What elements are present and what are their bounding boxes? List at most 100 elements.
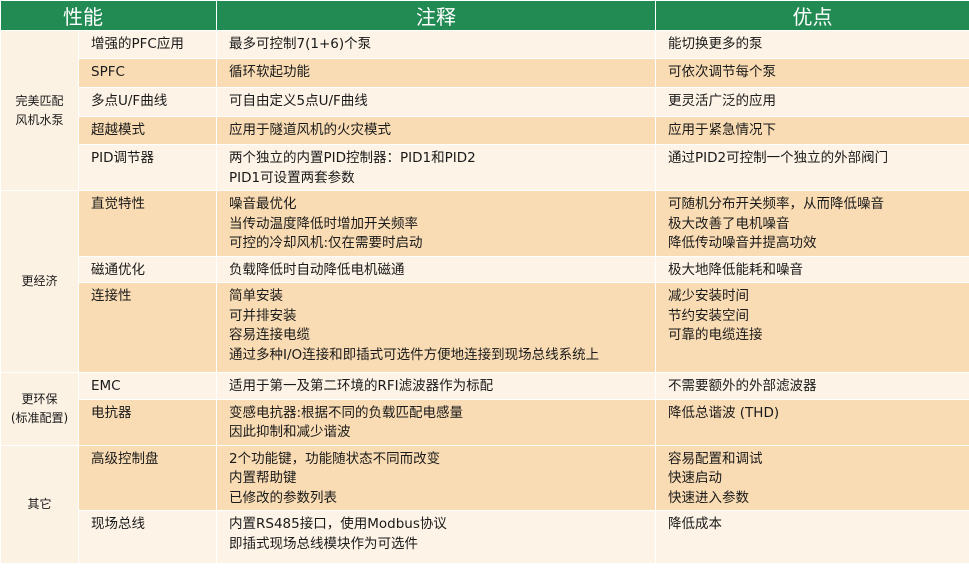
header-benefits: 优点 <box>655 0 969 31</box>
benefits-line: 容易配置和调试 <box>668 450 763 467</box>
benefits-line: 可随机分布开关频率，从而降低噪音 <box>668 196 884 212</box>
notes-cell: 最多可控制7(1+6)个泵 <box>216 30 656 59</box>
notes-line: 简单安装 <box>229 288 283 304</box>
notes-line: 容易连接电缆 <box>229 327 310 343</box>
benefits-line: 降低成本 <box>668 516 722 532</box>
table-row: PID调节器 两个独立的内置PID控制器：PID1和PID2 PID1可设置两套参数… <box>1 144 969 191</box>
table-row: SPFC 循环软起功能 可依次调节每个泵 <box>1 58 969 88</box>
notes-line: PID1可设置两套参数 <box>229 169 355 186</box>
category-cell: 完美匹配 风机水泵 <box>0 30 79 191</box>
notes-line: 因此抑制和减少谐波 <box>229 424 351 440</box>
notes-cell: 两个独立的内置PID控制器：PID1和PID2 PID1可设置两套参数 <box>216 144 656 191</box>
notes-cell: 2个功能键，功能随状态不同而改变 内置帮助键已修改的参数列表 <box>216 444 656 511</box>
benefits-line: 可靠的电缆连接 <box>668 327 763 343</box>
table-row: 磁通优化 负载降低时自动降低电机磁通 极大地降低能耗和噪音 <box>1 255 969 283</box>
benefits-line: 不需要额外的外部滤波器 <box>668 378 817 394</box>
feature-cell: 电抗器 <box>78 398 217 446</box>
category-label-line: 更经济 <box>21 274 58 288</box>
notes-line: 内置帮助键 <box>229 470 297 486</box>
benefits-line: 快速启动 <box>668 470 722 486</box>
feature-cell: EMC <box>78 372 217 400</box>
table-row: 超越模式 应用于隧道风机的火灾模式 应用于紧急情况下 <box>1 116 969 145</box>
notes-line: 循环软起功能 <box>229 64 310 80</box>
notes-line: 通过多种I/O连接和即插式可选件方便地连接到现场总线系统上 <box>229 346 600 363</box>
notes-cell: 循环软起功能 <box>216 58 656 88</box>
notes-cell: 内置RS485接口，使用Modbus协议 即插式现场总线模块作为可选件 <box>216 510 656 564</box>
benefits-cell: 容易配置和调试 快速启动快速进入参数 <box>655 444 969 511</box>
table-row: 更经济 直觉特性 噪音最优化当传动温度降低时增加开关频率 可控的冷却风机:仅在需要时启… <box>0 190 969 373</box>
benefits-cell: 降低成本 <box>655 510 969 564</box>
feature-cell: 增强的PFC应用 <box>78 30 217 59</box>
table-header: 性能 注释 优点 <box>0 0 969 31</box>
notes-line: 已修改的参数列表 <box>229 489 337 506</box>
notes-cell: 负载降低时自动降低电机磁通 <box>216 255 656 283</box>
table-row: 更环保 (标准配置) EMC 适用于第一及第二环境的RFI滤波器作为标配 不需要额外的外… <box>0 372 969 446</box>
feature-cell: 连接性 <box>78 282 217 373</box>
table-row: 完美匹配 风机水泵 增强的PFC应用 最多可控制7(1+6)个泵 能切换更多的泵 <box>0 30 969 191</box>
category-label-line: 风机水泵 <box>15 112 64 127</box>
notes-cell: 噪音最优化当传动温度降低时增加开关频率 可控的冷却风机:仅在需要时启动 <box>216 190 656 257</box>
header-notes: 注释 <box>216 0 656 31</box>
benefits-line: 应用于紧急情况下 <box>668 122 776 138</box>
benefits-line: 极大改善了电机噪音 <box>668 215 790 232</box>
notes-line: 负载降低时自动降低电机磁通 <box>229 261 405 278</box>
table-row: 电抗器 变感电抗器:根据不同的负载匹配电感量 因此抑制和减少谐波 降低总谐波 (THD… <box>1 398 969 446</box>
benefits-line: 减少安装时间 <box>668 288 749 304</box>
notes-cell: 简单安装可并排安装容易连接电缆通过多种I/O连接和即插式可选件方便地连接到现场总… <box>216 282 656 373</box>
notes-line: 两个独立的内置PID控制器：PID1和PID2 <box>229 150 476 166</box>
benefits-line: 降低传动噪音并提高功效 <box>668 235 817 251</box>
benefits-line: 可依次调节每个泵 <box>668 64 776 80</box>
benefits-cell: 可随机分布开关频率，从而降低噪音 极大改善了电机噪音降低传动噪音并提高功效 <box>655 190 969 257</box>
notes-line: 当传动温度降低时增加开关频率 <box>229 215 418 232</box>
feature-cell: 高级控制盘 <box>78 444 217 511</box>
feature-cell: PID调节器 <box>78 144 217 191</box>
notes-line: 最多可控制7(1+6)个泵 <box>229 36 372 52</box>
benefits-line: 降低总谐波 (THD) <box>668 404 780 421</box>
feature-cell: 磁通优化 <box>78 255 217 283</box>
category-cell: 其它 <box>0 444 79 564</box>
benefits-cell: 通过PID2可控制一个独立的外部阀门 <box>655 144 969 191</box>
benefits-cell: 极大地降低能耗和噪音 <box>655 255 969 283</box>
header-performance: 性能 <box>0 0 217 31</box>
notes-cell: 应用于隧道风机的火灾模式 <box>216 116 656 145</box>
notes-line: 即插式现场总线模块作为可选件 <box>229 535 418 552</box>
category-label-line: 其它 <box>27 496 52 511</box>
category-label-line: 完美匹配 <box>15 93 64 108</box>
table-row: 多点U/F曲线 可自由定义5点U/F曲线 更灵活广泛的应用 <box>1 87 969 117</box>
table-row: 其它 高级控制盘 2个功能键，功能随状态不同而改变 内置帮助键 已修改的参数列表 容易配置… <box>0 444 969 564</box>
benefits-line: 节约安装空间 <box>668 307 749 324</box>
benefits-cell: 可依次调节每个泵 <box>655 58 969 88</box>
benefits-line: 更灵活广泛的应用 <box>668 93 776 109</box>
notes-line: 应用于隧道风机的火灾模式 <box>229 122 391 138</box>
benefits-line: 能切换更多的泵 <box>668 36 763 52</box>
notes-line: 可控的冷却风机:仅在需要时启动 <box>229 235 423 251</box>
benefits-line: 快速进入参数 <box>668 489 749 506</box>
feature-cell: 直觉特性 <box>78 190 217 257</box>
feature-cell: 现场总线 <box>78 510 217 564</box>
feature-cell: 多点U/F曲线 <box>78 87 217 117</box>
table-body: 完美匹配 风机水泵 增强的PFC应用 最多可控制7(1+6)个泵 能切换更多的泵 SPFC… <box>0 30 969 564</box>
benefits-cell: 能切换更多的泵 <box>655 30 969 59</box>
notes-line: 内置RS485接口，使用Modbus协议 <box>229 516 447 532</box>
notes-cell: 可自由定义5点U/F曲线 <box>216 87 656 117</box>
notes-line: 可并排安装 <box>229 307 297 324</box>
benefits-line: 通过PID2可控制一个独立的外部阀门 <box>668 150 889 166</box>
table-row: 连接性 简单安装可并排安装容易连接电缆通过多种I/O连接和即插式可选件方便地连接到… <box>1 282 969 373</box>
notes-line: 适用于第一及第二环境的RFI滤波器作为标配 <box>229 378 494 394</box>
benefits-cell: 降低总谐波 (THD) <box>655 398 969 446</box>
benefits-cell: 减少安装时间 节约安装空间 可靠的电缆连接 <box>655 282 969 373</box>
feature-table: 性能 注释 优点 完美匹配 风机水泵 增强的PFC应用 最多可控制7(1+6)个泵 能切… <box>0 0 969 564</box>
notes-cell: 变感电抗器:根据不同的负载匹配电感量 因此抑制和减少谐波 <box>216 398 656 446</box>
notes-line: 可自由定义5点U/F曲线 <box>229 93 368 109</box>
notes-line: 噪音最优化 <box>229 196 297 212</box>
feature-cell: 超越模式 <box>78 116 217 145</box>
notes-line: 变感电抗器:根据不同的负载匹配电感量 <box>229 404 464 421</box>
benefits-cell: 不需要额外的外部滤波器 <box>655 372 969 400</box>
notes-line: 2个功能键，功能随状态不同而改变 <box>229 450 441 467</box>
notes-cell: 适用于第一及第二环境的RFI滤波器作为标配 <box>216 372 656 400</box>
benefits-line: 极大地降低能耗和噪音 <box>668 261 803 278</box>
feature-cell: SPFC <box>78 58 217 88</box>
category-label-line: 更环保 <box>21 391 58 406</box>
benefits-cell: 更灵活广泛的应用 <box>655 87 969 117</box>
category-cell: 更环保 (标准配置) <box>0 372 79 446</box>
